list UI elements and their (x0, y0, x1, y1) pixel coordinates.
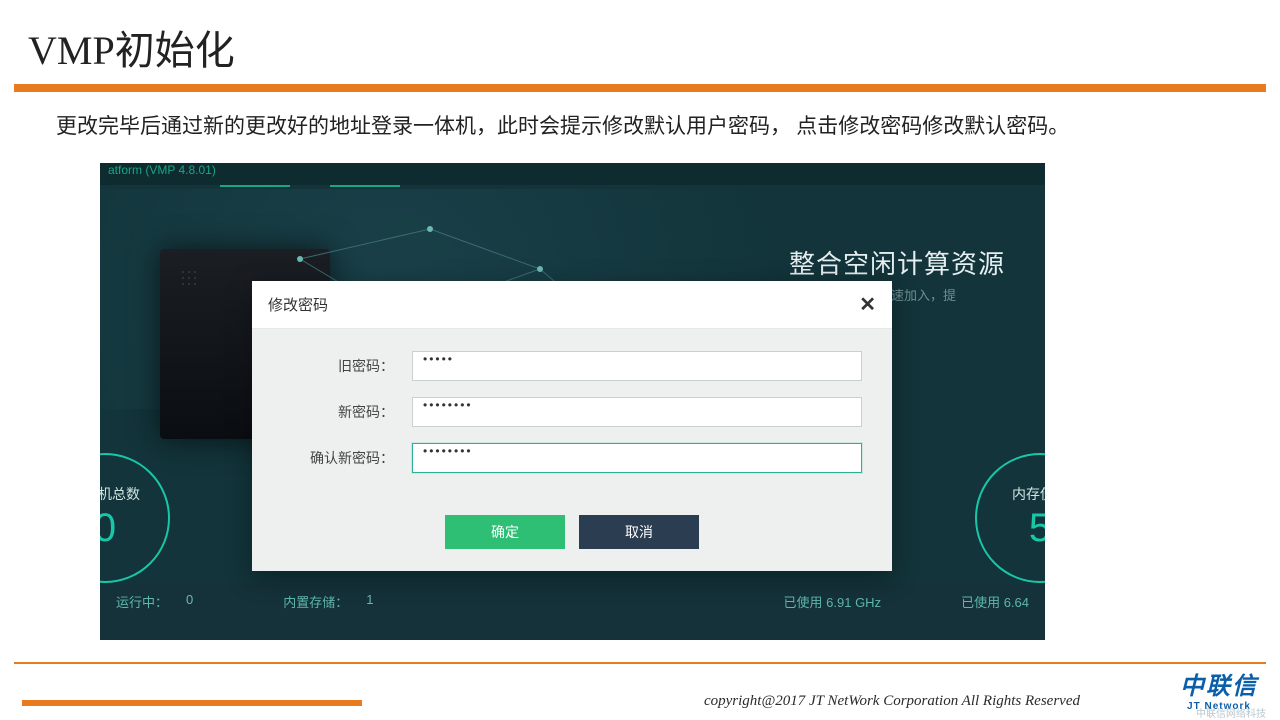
new-password-label: 新密码： (282, 402, 412, 422)
close-icon[interactable]: ✕ (859, 292, 876, 317)
hero-title: 整合空闲计算资源 (789, 244, 1005, 281)
slide-footer: copyright@2017 JT NetWork Corporation Al… (0, 664, 1280, 720)
new-password-input[interactable]: •••••••• (412, 397, 862, 427)
confirm-password-label: 确认新密码： (282, 448, 412, 468)
old-password-label: 旧密码： (282, 356, 412, 376)
slide-body-text: 更改完毕后通过新的更改好的地址登录一体机，此时会提示修改默认用户密码， 点击修改… (0, 110, 1280, 157)
stat-value: 0 (100, 506, 116, 551)
app-screenshot: atform (VMP 4.8.01) 整合空闲计算资源 能将零散的物理主机资源… (100, 163, 1045, 640)
old-password-input[interactable]: ••••• (412, 351, 862, 381)
cancel-button[interactable]: 取消 (579, 515, 699, 549)
slide-title: VMP初始化 (0, 0, 1280, 84)
stat-label: 内存使用 (1012, 484, 1045, 504)
footer-value: 0 (186, 592, 193, 611)
footer-used: 已使用 6.91 GHz (784, 592, 882, 611)
watermark: 中联信网络科技 (1196, 705, 1266, 720)
stat-ring-vms: 虚拟机总数 0 (100, 453, 170, 583)
change-password-dialog: 修改密码 ✕ 旧密码： ••••• 新密码： •••••••• 确认新密码： •… (252, 281, 892, 571)
title-divider (14, 84, 1266, 92)
dialog-title: 修改密码 (268, 294, 328, 315)
footer-label: 内置存储： (283, 592, 348, 611)
dialog-footer: 确定 取消 (252, 499, 892, 559)
dialog-body: 旧密码： ••••• 新密码： •••••••• 确认新密码： •••••••• (252, 329, 892, 499)
stat-label: 虚拟机总数 (100, 484, 140, 504)
footer-label: 运行中： (116, 592, 168, 611)
footer-accent (22, 700, 362, 706)
footer-used2: 已使用 6.64 (961, 592, 1029, 611)
ok-button[interactable]: 确定 (445, 515, 565, 549)
dialog-header: 修改密码 ✕ (252, 281, 892, 329)
stat-value: 5 (1029, 506, 1045, 551)
app-header: atform (VMP 4.8.01) (100, 163, 1045, 185)
confirm-password-input[interactable]: •••••••• (412, 443, 862, 473)
stat-ring-mem: 内存使用 5 (975, 453, 1045, 583)
copyright-text: copyright@2017 JT NetWork Corporation Al… (704, 693, 1080, 710)
brand-cn: 中联信 (1180, 666, 1258, 701)
footer-value: 1 (366, 592, 373, 611)
app-footer-stats: 运行中： 0 内置存储： 1 已使用 6.91 GHz 已使用 6.64 (100, 584, 1045, 640)
